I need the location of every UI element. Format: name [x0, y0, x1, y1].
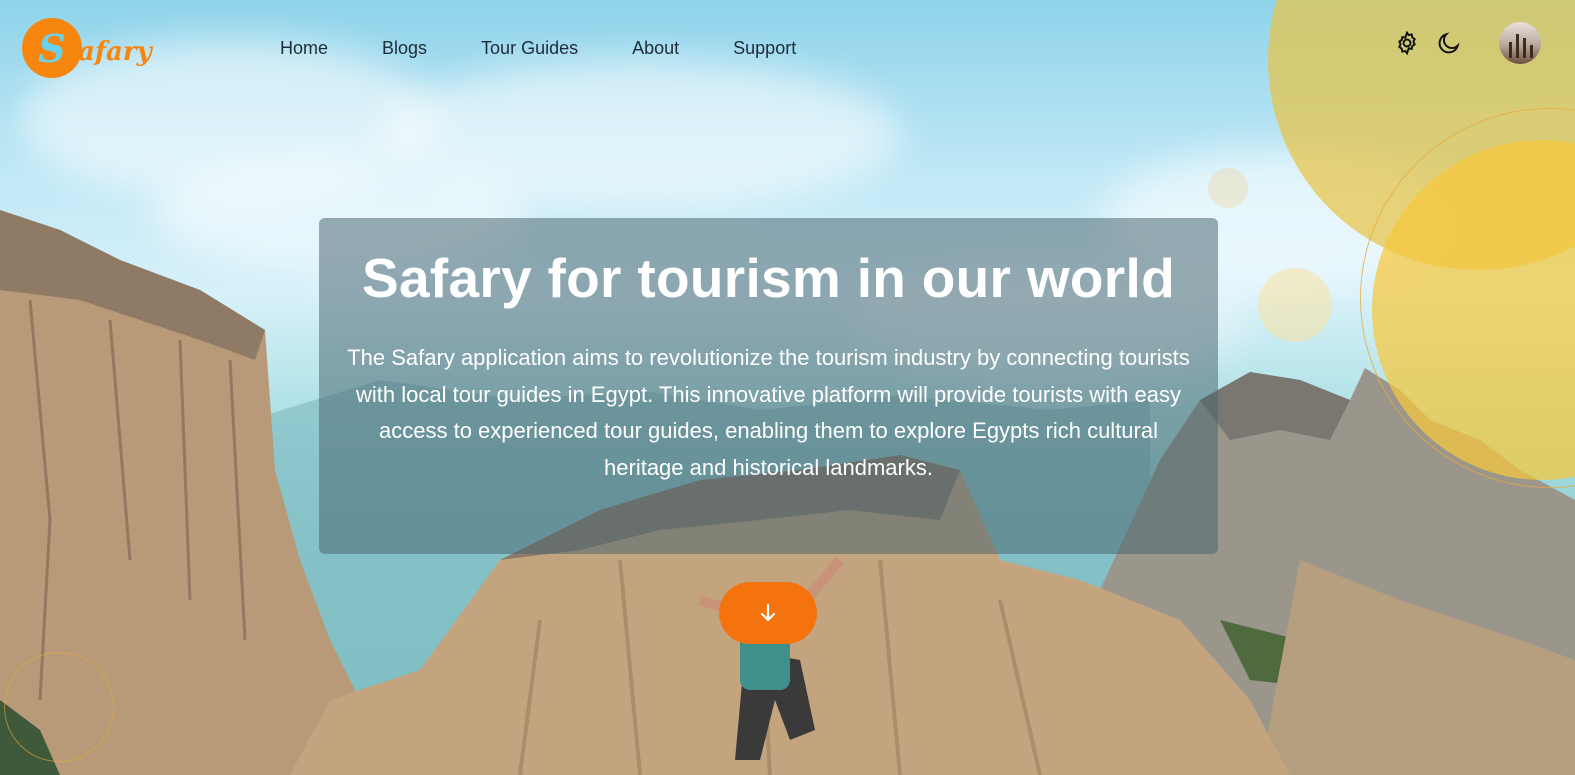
decorative-bubble [1208, 168, 1248, 208]
arrow-down-icon [760, 603, 776, 622]
brand-logo[interactable]: S afary [22, 18, 152, 78]
nav-link-blogs[interactable]: Blogs [382, 38, 427, 59]
hero-title: Safary for tourism in our world [361, 247, 1175, 309]
nav-link-about[interactable]: About [632, 38, 679, 59]
hero-card: Safary for tourism in our world The Safa… [319, 218, 1218, 554]
gear-icon[interactable] [1393, 29, 1421, 57]
logo-wordmark: afary [78, 37, 152, 67]
nav-links: Home Blogs Tour Guides About Support [280, 38, 850, 59]
scroll-down-button[interactable] [719, 582, 817, 644]
hero-description: The Safary application aims to revolutio… [347, 345, 1190, 480]
top-navbar: S afary Home Blogs Tour Guides About Sup… [0, 0, 1575, 96]
avatar[interactable] [1499, 22, 1541, 64]
decorative-ring [4, 652, 114, 762]
nav-link-support[interactable]: Support [733, 38, 796, 59]
decorative-bubble [1258, 268, 1332, 342]
nav-link-home[interactable]: Home [280, 38, 328, 59]
moon-icon[interactable] [1435, 29, 1463, 57]
nav-link-tour-guides[interactable]: Tour Guides [481, 38, 578, 59]
nav-tools [1393, 22, 1541, 64]
logo-badge: S [22, 18, 82, 78]
